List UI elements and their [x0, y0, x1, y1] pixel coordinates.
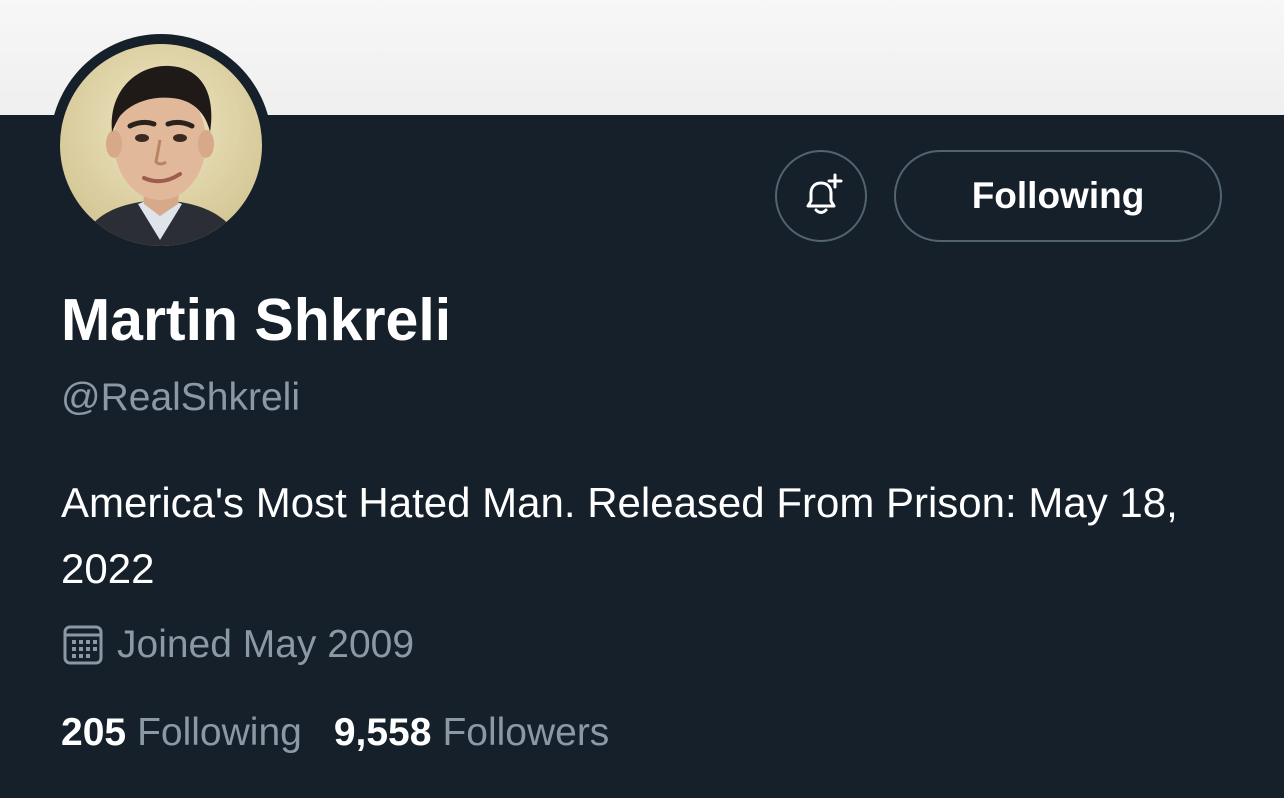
follow-stats: 205 Following 9,558 Followers [61, 706, 609, 760]
followers-count: 9,558 [333, 711, 432, 754]
joined-date: Joined May 2009 [61, 618, 414, 672]
profile-page: Following Martin Shkreli @RealShkreli Am… [0, 0, 1284, 798]
followers-label: Followers [442, 711, 610, 754]
calendar-icon [61, 623, 105, 667]
profile-photo [60, 44, 262, 246]
following-button[interactable]: Following [894, 150, 1222, 242]
following-label: Following [137, 711, 302, 754]
notifications-button[interactable] [775, 150, 867, 242]
joined-label: Joined May 2009 [117, 623, 415, 666]
bell-plus-icon [806, 173, 843, 214]
followers-stat-link[interactable]: 9,558 Followers [334, 711, 609, 755]
following-count: 205 [61, 711, 127, 754]
avatar-ring [50, 34, 272, 256]
display-name: Martin Shkreli [61, 287, 452, 353]
user-handle: @RealShkreli [61, 376, 301, 419]
profile-bio: America's Most Hated Man. Released From … [61, 479, 1178, 592]
following-stat-link[interactable]: 205 Following [61, 711, 302, 755]
avatar[interactable] [60, 44, 262, 246]
